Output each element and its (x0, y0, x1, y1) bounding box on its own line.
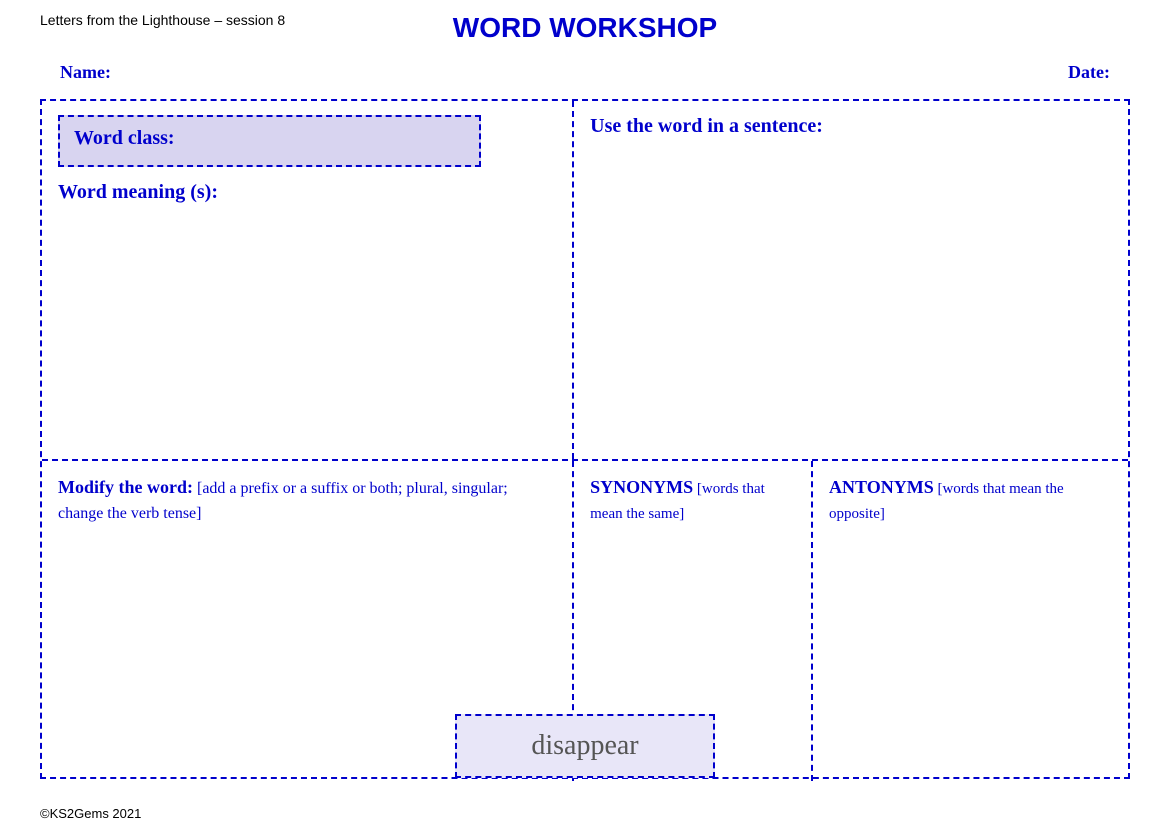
main-container: Word class: Word meaning (s): Use the wo… (40, 99, 1130, 779)
footer: ©KS2Gems 2021 (40, 806, 141, 821)
modify-bold: Modify the word: (58, 477, 193, 497)
synonyms-bold: SYNONYMS (590, 477, 693, 497)
word-class-label: Word class: (74, 127, 175, 149)
top-section: Word class: Word meaning (s): Use the wo… (42, 101, 1128, 461)
main-title: WORD WORKSHOP (453, 12, 717, 44)
antonyms-label: ANTONYMS [words that mean the opposite] (829, 475, 1112, 525)
bottom-right-panel: ANTONYMS [words that mean the opposite] (813, 461, 1128, 781)
antonyms-bold: ANTONYMS (829, 477, 934, 497)
top-left-panel: Word class: Word meaning (s): (42, 101, 574, 459)
session-label: Letters from the Lighthouse – session 8 (40, 12, 285, 28)
top-right-panel: Use the word in a sentence: (574, 101, 1128, 459)
modify-label: Modify the word: [add a prefix or a suff… (58, 475, 556, 526)
synonyms-label: SYNONYMS [words that mean the same] (590, 475, 795, 525)
copyright-label: ©KS2Gems 2021 (40, 806, 141, 821)
center-word: disappear (531, 730, 638, 761)
name-label: Name: (60, 62, 111, 83)
use-word-label: Use the word in a sentence: (590, 115, 1112, 138)
center-word-box: disappear (455, 714, 715, 778)
name-date-row: Name: Date: (0, 52, 1170, 93)
word-class-box: Word class: (58, 115, 481, 167)
date-label: Date: (1068, 62, 1110, 83)
word-meaning-label: Word meaning (s): (58, 181, 556, 204)
page-header: Letters from the Lighthouse – session 8 … (0, 0, 1170, 44)
